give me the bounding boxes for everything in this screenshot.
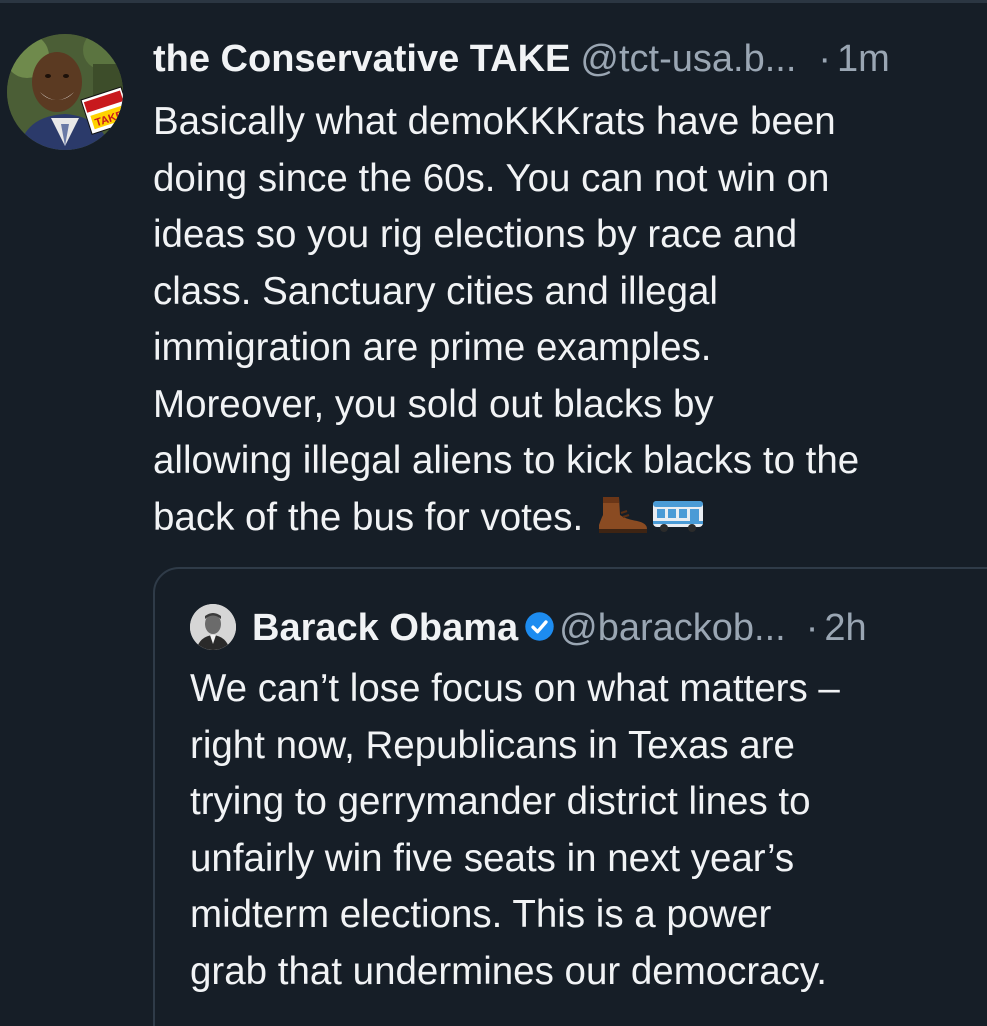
author-avatar[interactable]: TAKE [7,34,123,150]
quoted-post-body: We can’t lose focus on what matters – ri… [190,661,980,1000]
post[interactable]: TAKE the Conservative TAKE @tct-usa.b... ·… [0,0,987,1026]
post-body: Basically what demoKKKrats have been doi… [153,94,983,548]
quoted-post-timestamp[interactable]: 2h [824,607,866,649]
quoted-text-line: grab that undermines our democracy. [190,949,827,993]
post-text-line: allowing illegal aliens to kick blacks t… [153,439,860,482]
post-text-line: class. Sanctuary cities and illegal [153,269,718,313]
quoted-post-header: Barack Obama @barackob... · 2h [252,604,867,652]
boot-emoji [599,496,648,533]
author-display-name[interactable]: the Conservative TAKE [153,38,570,80]
post-timestamp[interactable]: 1m [837,38,890,80]
post-text-line: ideas so you rig elections by race and [153,213,798,256]
post-header: the Conservative TAKE @tct-usa.b... · 1m [153,33,890,85]
header-separator: · [818,38,832,80]
quoted-post[interactable]: Barack Obama @barackob... · 2h We can’t los… [153,567,987,1026]
bus-emoji [653,500,704,532]
verified-badge-icon [525,612,554,642]
quoted-text-line: right now, Republicans in Texas are [190,723,795,767]
post-text-line: Moreover, you sold out blacks by [153,382,714,426]
quoted-text-line: We can’t lose focus on what matters – [190,667,840,710]
post-text-line: doing since the 60s. You can not win on [153,156,830,200]
post-text-line-with-emojis: back of the bus for votes. [153,490,983,548]
quoted-text-line: unfairly win five seats in next year’s [190,836,795,880]
emoji-group [597,485,705,542]
post-text-line: Basically what demoKKKrats have been [153,100,836,143]
quoted-author-display-name[interactable]: Barack Obama [252,607,518,649]
quoted-text-line: trying to gerrymander district lines to [190,780,811,823]
author-handle[interactable]: @tct-usa.b... [580,38,796,80]
post-text-line: back of the bus for votes. [153,495,584,539]
post-text-line: immigration are prime examples. [153,326,712,369]
quoted-author-avatar[interactable] [190,604,236,650]
quoted-text-line: midterm elections. This is a power [190,893,772,936]
quoted-author-handle[interactable]: @barackob... [559,607,786,649]
quoted-header-separator: · [805,607,819,649]
